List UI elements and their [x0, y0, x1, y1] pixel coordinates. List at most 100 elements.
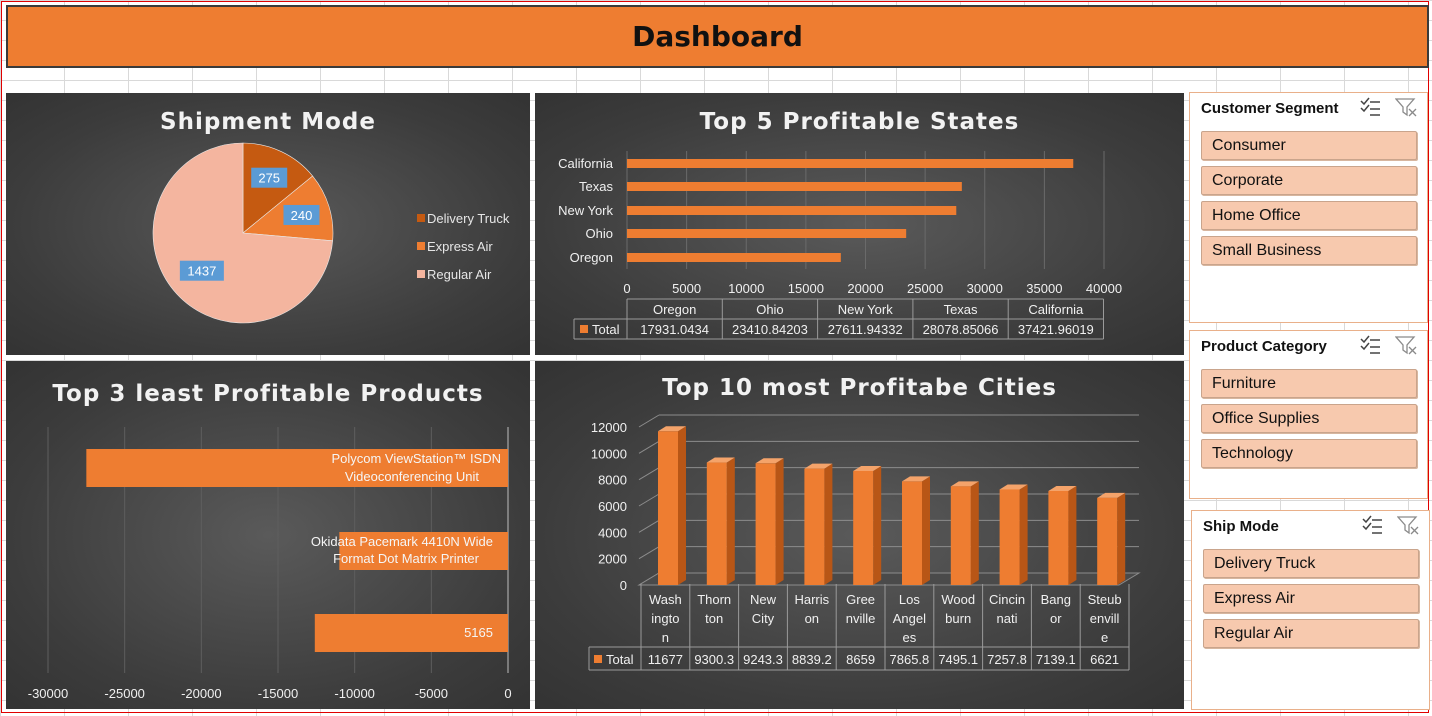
table-value: 9300.3	[694, 652, 734, 667]
pie-plot: 275 240 1437 Delivery Truck Express Air Regul…	[152, 142, 510, 324]
slicer-toolbar	[1359, 97, 1417, 117]
table-value: 9243.3	[743, 652, 783, 667]
table-header: ingto	[651, 611, 679, 626]
bar-label: Polycom ViewStation™ ISDN	[331, 451, 501, 466]
series-name: Total	[606, 652, 634, 667]
y-category-label: Texas	[579, 179, 613, 194]
clear-filter-icon[interactable]	[1395, 335, 1417, 355]
x-tick-label: 0	[504, 686, 511, 701]
bar-label: Videoconferencing Unit	[345, 469, 480, 484]
table-value: 7495.1	[938, 652, 978, 667]
slicer-title: Ship Mode	[1203, 518, 1279, 535]
bar	[627, 159, 1074, 168]
top-states-chart[interactable]: Top 5 Profitable States 0 5000 10000 15000 2…	[535, 93, 1184, 355]
multi-select-icon[interactable]	[1359, 335, 1381, 355]
multi-select-icon[interactable]	[1359, 97, 1381, 117]
table-value: 7257.8	[987, 652, 1027, 667]
data-label: 240	[291, 208, 313, 223]
slicer-customer-segment: Customer Segment Consumer Corporate Home O…	[1189, 92, 1428, 323]
slicer-item[interactable]: Office Supplies	[1201, 404, 1417, 433]
legend-label: Regular Air	[427, 267, 492, 282]
table-header: Angel	[893, 611, 926, 626]
table-value: 28078.85066	[923, 322, 999, 337]
table-header: envill	[1090, 611, 1120, 626]
legend-marker	[594, 655, 602, 663]
slicer-item[interactable]: Regular Air	[1203, 619, 1419, 648]
table-header: n	[662, 630, 669, 645]
x-tick-label: 25000	[907, 281, 943, 296]
dashboard-header: Dashboard	[6, 5, 1429, 68]
top-cities-chart[interactable]: Top 10 most Profitabe Cities 0 2000 4000 60…	[535, 361, 1184, 709]
y-tick-label: 12000	[591, 420, 627, 435]
x-tick-label: 10000	[728, 281, 764, 296]
y-tick-label: 10000	[591, 446, 627, 461]
table-value: 7865.8	[890, 652, 930, 667]
slicer-ship-mode: Ship Mode Delivery Truck Express Air Regul…	[1191, 510, 1430, 710]
bar-label: Okidata Pacemark 4410N Wide	[311, 534, 493, 549]
clear-filter-icon[interactable]	[1395, 97, 1417, 117]
table-header: Wash	[649, 592, 682, 607]
y-category-label: Oregon	[570, 250, 613, 265]
x-tick-label: -10000	[334, 686, 374, 701]
y-tick-label: 2000	[598, 552, 627, 567]
legend-marker	[417, 242, 425, 250]
multi-select-icon[interactable]	[1361, 515, 1383, 535]
column	[902, 481, 922, 585]
least-profitable-products-chart[interactable]: Top 3 least Profitable Products -30000 -2…	[6, 361, 530, 709]
gridline	[638, 467, 660, 481]
y-tick-label: 0	[620, 578, 627, 593]
table-header: ton	[705, 611, 723, 626]
table-header: Cincin	[989, 592, 1025, 607]
shipment-mode-chart[interactable]: Shipment Mode 275 240 1437 Delivery Truck Ex…	[6, 93, 530, 355]
table-header: California	[1028, 302, 1084, 317]
slicer-toolbar	[1359, 335, 1417, 355]
dashboard-title: Dashboard	[632, 20, 803, 53]
table-header: Steub	[1088, 592, 1122, 607]
table-value: 6621	[1090, 652, 1119, 667]
table-header: nville	[846, 611, 876, 626]
x-tick-label: 15000	[788, 281, 824, 296]
slicer-item[interactable]: Express Air	[1203, 584, 1419, 613]
y-tick-label: 6000	[598, 499, 627, 514]
table-header: Harris	[794, 592, 829, 607]
slicer-item[interactable]: Delivery Truck	[1203, 549, 1419, 578]
table-header: Oregon	[653, 302, 696, 317]
table-header: New York	[838, 302, 893, 317]
data-label: 1437	[187, 264, 216, 279]
table-header: burn	[945, 611, 971, 626]
column-side	[1068, 486, 1077, 585]
table-header: Texas	[944, 302, 978, 317]
bar	[627, 206, 957, 215]
slicer-item[interactable]: Furniture	[1201, 369, 1417, 398]
clear-filter-icon[interactable]	[1397, 515, 1419, 535]
bar-label: Format Dot Matrix Printer	[333, 551, 480, 566]
bar	[627, 253, 841, 262]
x-tick-label: -15000	[258, 686, 298, 701]
x-tick-label: -20000	[181, 686, 221, 701]
bar-label: 5165	[464, 625, 493, 640]
x-tick-label: -30000	[28, 686, 68, 701]
legend-label: Express Air	[427, 239, 493, 254]
column-side	[678, 426, 686, 585]
slicer-item[interactable]: Consumer	[1201, 131, 1417, 160]
gridline	[638, 519, 660, 533]
x-tick-label: 20000	[847, 281, 883, 296]
slicer-toolbar	[1361, 515, 1419, 535]
column	[1097, 497, 1118, 585]
table-header: on	[805, 611, 819, 626]
slicer-item[interactable]: Home Office	[1201, 201, 1417, 230]
x-tick-label: 5000	[672, 281, 701, 296]
column	[950, 486, 971, 585]
x-tick-label: 40000	[1086, 281, 1122, 296]
table-header: City	[752, 611, 775, 626]
column	[804, 468, 825, 585]
slicer-item[interactable]: Technology	[1201, 439, 1417, 468]
slicer-item[interactable]: Small Business	[1201, 236, 1417, 265]
table-value: 27611.94332	[828, 322, 903, 337]
legend-label: Delivery Truck	[427, 211, 510, 226]
table-header: e	[1101, 630, 1108, 645]
table-header: Thorn	[697, 592, 731, 607]
slicer-item[interactable]: Corporate	[1201, 166, 1417, 195]
column	[1048, 491, 1069, 585]
table-header: New	[750, 592, 777, 607]
